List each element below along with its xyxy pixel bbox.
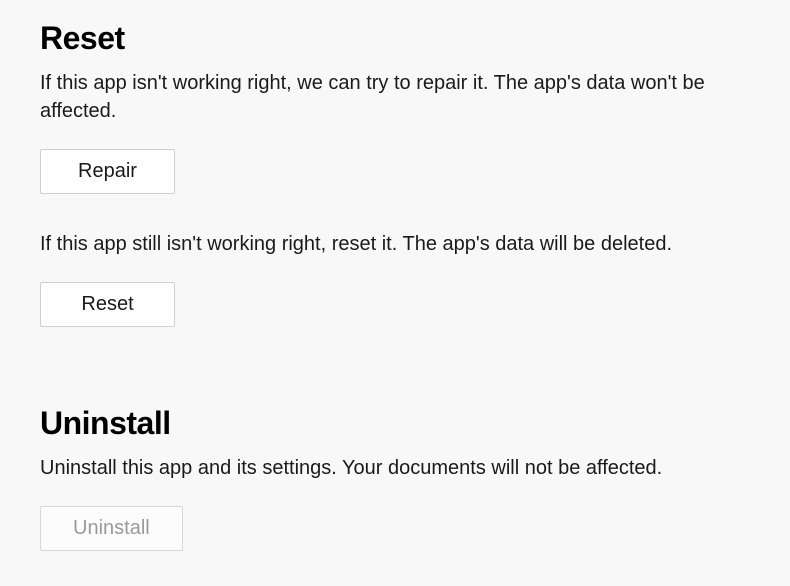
repair-description: If this app isn't working right, we can … xyxy=(40,69,720,125)
uninstall-title: Uninstall xyxy=(40,405,750,442)
reset-description: If this app still isn't working right, r… xyxy=(40,230,720,258)
reset-button[interactable]: Reset xyxy=(40,282,175,327)
repair-button[interactable]: Repair xyxy=(40,149,175,194)
reset-section: Reset If this app isn't working right, w… xyxy=(40,20,750,355)
uninstall-button[interactable]: Uninstall xyxy=(40,506,183,551)
uninstall-section: Uninstall Uninstall this app and its set… xyxy=(40,405,750,579)
uninstall-description: Uninstall this app and its settings. You… xyxy=(40,454,720,482)
reset-title: Reset xyxy=(40,20,750,57)
